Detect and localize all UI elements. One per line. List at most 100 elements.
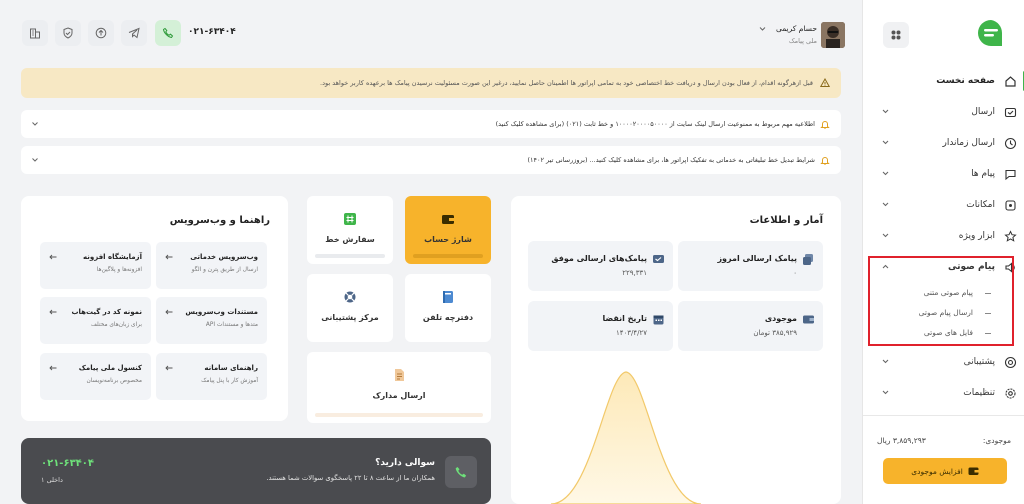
- stats-curve-chart: [551, 364, 701, 504]
- warning-notice: قبل ازهرگونه اقدام، از فعال بودن ارسال و…: [21, 68, 841, 98]
- upload-button[interactable]: [88, 20, 114, 46]
- stat-label: موجودی: [764, 314, 797, 323]
- phone-call-button[interactable]: [155, 20, 181, 46]
- guide-item-github-samples[interactable]: نمونه کد در گیت‌هاب برای زبان‌های مختلف: [40, 297, 151, 344]
- chevron-up-icon: [881, 262, 890, 271]
- stat-label: تاریخ انقضا: [602, 314, 647, 323]
- apps-grid-button[interactable]: [883, 22, 909, 48]
- send-documents-tile[interactable]: ارسال مدارک: [307, 352, 491, 423]
- guide-item-developer-console[interactable]: کنسول ملی پیامک مخصوص برنامه‌نویسان: [40, 353, 151, 400]
- guide-item-title: وب‌سرویس خدماتی: [190, 253, 258, 261]
- sidebar-subitem-label: ارسال پیام صوتی: [918, 308, 973, 317]
- guide-item-subtitle: افزونه‌ها و پلاگین‌ها: [96, 267, 142, 273]
- support-phone-icon: [445, 456, 477, 488]
- chevron-down-icon: [881, 138, 890, 147]
- hashtag-icon: [343, 212, 357, 226]
- support-center-label: مرکز پشتیبانی: [321, 313, 379, 322]
- calendar-icon: [652, 313, 665, 326]
- notice-item[interactable]: اطلاعیه مهم مربوط به ممنوعیت ارسال لینک …: [21, 110, 841, 138]
- guide-item-subtitle: آموزش کار با پنل پیامک: [201, 378, 258, 384]
- features-icon: [1004, 199, 1017, 212]
- lifebuoy-icon: [343, 290, 357, 304]
- sidebar-item-label: ابزار ویژه: [958, 231, 995, 241]
- guide-item-title: راهنمای سامانه: [204, 364, 258, 372]
- warning-text: قبل ازهرگونه اقدام، از فعال بودن ارسال و…: [320, 79, 813, 87]
- guide-item-subtitle: ارسال از طریق پترن و الگو: [191, 267, 258, 273]
- stat-expiry-date: تاریخ انقضا ۱۴۰۳/۴/۲۷: [528, 301, 673, 351]
- sidebar-item-send[interactable]: ارسال: [863, 97, 1024, 128]
- sidebar-item-voice-message[interactable]: پیام صوتی: [863, 252, 1024, 283]
- wallet-icon: [441, 212, 455, 226]
- guide-item-webservice-docs[interactable]: مستندات وب‌سرویس متدها و مستندات API: [156, 297, 267, 344]
- guide-item-title: آزمایشگاه افزونه: [83, 253, 142, 261]
- sidebar-item-label: ارسال: [971, 107, 995, 117]
- stat-value: ۲۲۹,۳۳۱: [622, 269, 647, 277]
- tile-bar: [315, 413, 483, 417]
- chevron-down-icon: [881, 200, 890, 209]
- user-role: ملی پیامک: [788, 37, 817, 45]
- sidebar-item-label: پیام صوتی: [948, 262, 995, 272]
- guide-title: راهنما و وب‌سرویس: [169, 215, 270, 226]
- notice-item[interactable]: شرایط تبدیل خط تبلیغاتی به خدماتی به تفک…: [21, 146, 841, 174]
- bell-icon: [820, 155, 830, 165]
- building-icon: [30, 28, 40, 39]
- support-icon: [1004, 356, 1017, 369]
- sidebar-item-messages[interactable]: پیام ها: [863, 159, 1024, 190]
- sidebar-subitem-voice-text[interactable]: پیام صوتی متنی: [863, 283, 1024, 303]
- sidebar-item-settings[interactable]: تنظیمات: [863, 378, 1024, 409]
- question-answer: همکاران ما از ساعت ۸ تا ۲۲ پاسخگوی سوالا…: [266, 474, 435, 482]
- sidebar-item-support[interactable]: پشتیبانی: [863, 347, 1024, 378]
- sidebar-subitem-label: فایل های صوتی: [923, 328, 973, 337]
- chevron-down-icon: [881, 169, 890, 178]
- increase-balance-button[interactable]: افزایش موجودی: [883, 458, 1007, 484]
- phonebook-tile[interactable]: دفترچه تلفن: [405, 274, 491, 342]
- telegram-button[interactable]: [121, 20, 147, 46]
- star-icon: [1004, 230, 1017, 243]
- guide-item-service-webservice[interactable]: وب‌سرویس خدماتی ارسال از طریق پترن و الگ…: [156, 242, 267, 289]
- security-button[interactable]: [55, 20, 81, 46]
- arrow-left-icon: [165, 365, 173, 371]
- chevron-down-icon: [881, 357, 890, 366]
- home-icon: [1004, 75, 1017, 88]
- user-name: حسام کریمی: [775, 24, 817, 33]
- chevron-down-icon: [881, 388, 890, 397]
- stat-label: پیامک ارسالی امروز: [717, 254, 797, 263]
- divider: [863, 415, 1024, 416]
- support-phone-number[interactable]: ۰۲۱-۶۳۴۰۴: [41, 458, 94, 469]
- sidebar-nav: صفحه نخست ارسال ارسال زماندار پیام ها ام…: [863, 66, 1024, 409]
- charge-account-tile[interactable]: شارژ حساب: [405, 196, 491, 264]
- stats-card: آمار و اطلاعات پیامک ارسالی امروز ۰ پیام…: [511, 196, 841, 504]
- apps-grid-icon: [891, 30, 901, 40]
- order-line-tile[interactable]: سفارش خط: [307, 196, 393, 264]
- arrow-left-icon: [49, 254, 57, 260]
- message-icon: [1004, 168, 1017, 181]
- guide-item-system-guide[interactable]: راهنمای سامانه آموزش کار با پنل پیامک: [156, 353, 267, 400]
- notice-text: اطلاعیه مهم مربوط به ممنوعیت ارسال لینک …: [495, 120, 815, 128]
- chevron-down-icon: [31, 120, 39, 128]
- guide-item-plugin-lab[interactable]: آزمایشگاه افزونه افزونه‌ها و پلاگین‌ها: [40, 242, 151, 289]
- question-banner: سوالی دارید؟ همکاران ما از ساعت ۸ تا ۲۲ …: [21, 438, 491, 504]
- guide-item-subtitle: متدها و مستندات API: [205, 322, 258, 328]
- sidebar-item-special-tools[interactable]: ابزار ویژه: [863, 221, 1024, 252]
- logo-icon[interactable]: [976, 18, 1006, 48]
- order-line-label: سفارش خط: [325, 235, 375, 244]
- header-phone-number: ۰۲۱-۶۳۴۰۴: [188, 27, 236, 37]
- charge-account-label: شارژ حساب: [424, 235, 472, 244]
- arrow-left-icon: [49, 309, 57, 315]
- sidebar-subitem-label: پیام صوتی متنی: [923, 288, 973, 297]
- clock-send-icon: [1004, 137, 1017, 150]
- support-center-tile[interactable]: مرکز پشتیبانی: [307, 274, 393, 342]
- sidebar-item-home[interactable]: صفحه نخست: [863, 66, 1024, 97]
- user-profile[interactable]: حسام کریمی ملی پیامک: [759, 20, 845, 52]
- sidebar-subitem-voice-files[interactable]: فایل های صوتی: [863, 323, 1024, 343]
- company-button[interactable]: [22, 20, 48, 46]
- sidebar-item-features[interactable]: امکانات: [863, 190, 1024, 221]
- wallet-icon: [802, 313, 815, 326]
- sidebar-item-scheduled-send[interactable]: ارسال زماندار: [863, 128, 1024, 159]
- sidebar-subitem-send-voice[interactable]: ارسال پیام صوتی: [863, 303, 1024, 323]
- send-message-icon: [1004, 106, 1017, 119]
- document-icon: [392, 368, 406, 382]
- stat-value: ۰: [793, 269, 797, 277]
- send-documents-label: ارسال مدارک: [372, 391, 426, 400]
- phonebook-icon: [441, 290, 455, 304]
